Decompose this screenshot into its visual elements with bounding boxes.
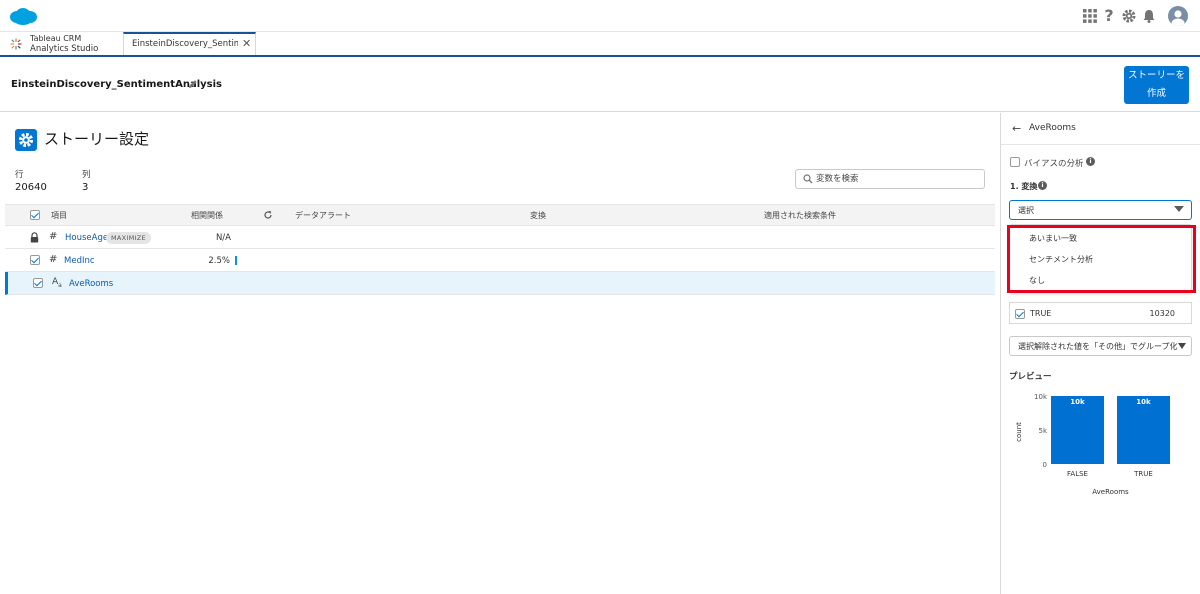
app-name[interactable]: Tableau CRM Analytics Studio [8,33,123,55]
edit-pencil-icon[interactable] [188,79,198,89]
back-arrow-icon[interactable]: ← [1012,122,1021,135]
help-icon[interactable]: ? [1101,8,1117,24]
y-tick-label: 10k [1034,393,1048,401]
variable-name[interactable]: AveRooms [69,279,113,289]
numeric-type-icon: # [49,254,58,265]
maximize-badge: MAXIMIZE [106,232,151,244]
group-others-select[interactable]: 選択解除された値を「その他」でグループ化 [1009,336,1192,356]
panel-header: ← AveRooms [1001,113,1200,145]
bar-true [1117,396,1170,464]
correlation-value: N/A [215,233,231,243]
tableau-crm-icon [10,38,22,50]
search-icon [803,174,813,184]
column-header-correlation[interactable]: 相関関係 [191,210,223,221]
value-count: 10320 [1149,309,1175,318]
chevron-down-icon [1174,206,1184,212]
table-row[interactable]: # MedInc 2.5% [5,249,995,272]
salesforce-logo-icon[interactable] [8,6,38,26]
y-axis-label: count [1015,422,1023,442]
bias-analysis-checkbox[interactable] [1010,157,1020,167]
preview-bar-chart: 10k 5k 0 count 10k FALSE 10k TRUE AveRooms [1015,393,1170,496]
transform-select[interactable]: 選択 [1009,200,1192,220]
notification-bell-icon[interactable] [1141,8,1157,24]
transform-select-value: 選択 [1018,206,1034,215]
global-header: ? [0,0,1200,32]
correlation-bar [235,256,237,265]
panel-title: AveRooms [1029,123,1076,133]
variable-search-input[interactable] [816,172,976,186]
column-header-item[interactable]: 項目 [51,210,67,221]
close-tab-icon[interactable]: ✕ [242,37,251,50]
columns-count: 3 [82,182,89,193]
story-settings-panel: ストーリー設定 行 20640 列 3 項目 相関関係 データアラート 変換 適… [0,113,1000,594]
y-tick-label: 5k [1038,427,1047,435]
user-avatar[interactable] [1168,6,1188,26]
page-title: ストーリー設定 [44,130,150,148]
columns-label: 列 [82,170,91,180]
rows-label: 行 [15,170,24,180]
column-header-data-alert[interactable]: データアラート [295,210,351,221]
lock-icon [30,232,39,243]
value-checkbox[interactable] [1015,309,1025,319]
story-settings-icon [15,129,37,151]
app-launcher-icon[interactable] [1082,8,1098,24]
rows-count: 20640 [15,182,47,193]
variable-search-box[interactable] [795,169,985,189]
app-name-line2: Analytics Studio [30,44,99,54]
bar-false [1051,396,1104,464]
red-highlight-annotation [1007,225,1196,293]
setup-gear-icon[interactable] [1121,8,1137,24]
row-checkbox[interactable] [30,255,40,265]
column-header-applied-filter[interactable]: 適用された検索条件 [764,210,836,221]
bar-data-label: 10k [1136,398,1151,406]
table-row[interactable]: # HouseAge MAXIMIZE N/A [5,226,995,249]
value-row-true[interactable]: TRUE 10320 [1009,302,1192,324]
transform-info-icon[interactable]: i [1038,181,1047,190]
preview-label: プレビュー [1009,372,1052,382]
x-tick-label: FALSE [1067,470,1088,478]
correlation-value: 2.5% [208,256,230,266]
variable-name[interactable]: MedInc [64,256,95,266]
story-tab-label: EinsteinDiscovery_Sentimen... [132,39,238,49]
variable-detail-panel: ← AveRooms バイアスの分析 i 1. 変換 i 選択 TRUE 103… [1000,113,1200,594]
chevron-down-icon [1178,343,1186,349]
y-tick-label: 0 [1043,461,1047,469]
create-story-button[interactable]: ストーリーを作成 [1124,66,1189,104]
story-tab[interactable]: EinsteinDiscovery_Sentimen... ✕ [123,32,256,55]
refresh-icon[interactable] [263,210,273,220]
bias-analysis-label: バイアスの分析 [1024,159,1084,169]
table-header-row: 項目 相関関係 データアラート 変換 適用された検索条件 [5,204,995,226]
variable-name[interactable]: HouseAge [65,233,108,243]
numeric-type-icon: # [49,231,58,242]
bias-info-icon[interactable]: i [1086,157,1095,166]
table-row-selected[interactable]: Aa AveRooms [5,272,995,295]
bar-data-label: 10k [1070,398,1085,406]
column-header-transform[interactable]: 変換 [530,210,546,221]
x-axis-label: AveRooms [1092,488,1129,496]
page-header: EinsteinDiscovery_SentimentAnalysis ストーリ… [0,59,1200,112]
transform-label: 1. 変換 [1010,182,1038,191]
value-label: TRUE [1030,309,1052,318]
select-all-checkbox[interactable] [30,210,40,220]
text-type-icon: Aa [52,277,62,289]
workspace-tab-bar: Tableau CRM Analytics Studio EinsteinDis… [0,32,1200,57]
group-others-select-value: 選択解除された値を「その他」でグループ化 [1018,342,1178,351]
row-checkbox[interactable] [33,278,43,288]
app-name-line1: Tableau CRM [30,34,82,43]
user-avatar-icon [1171,10,1185,26]
x-tick-label: TRUE [1133,470,1153,478]
